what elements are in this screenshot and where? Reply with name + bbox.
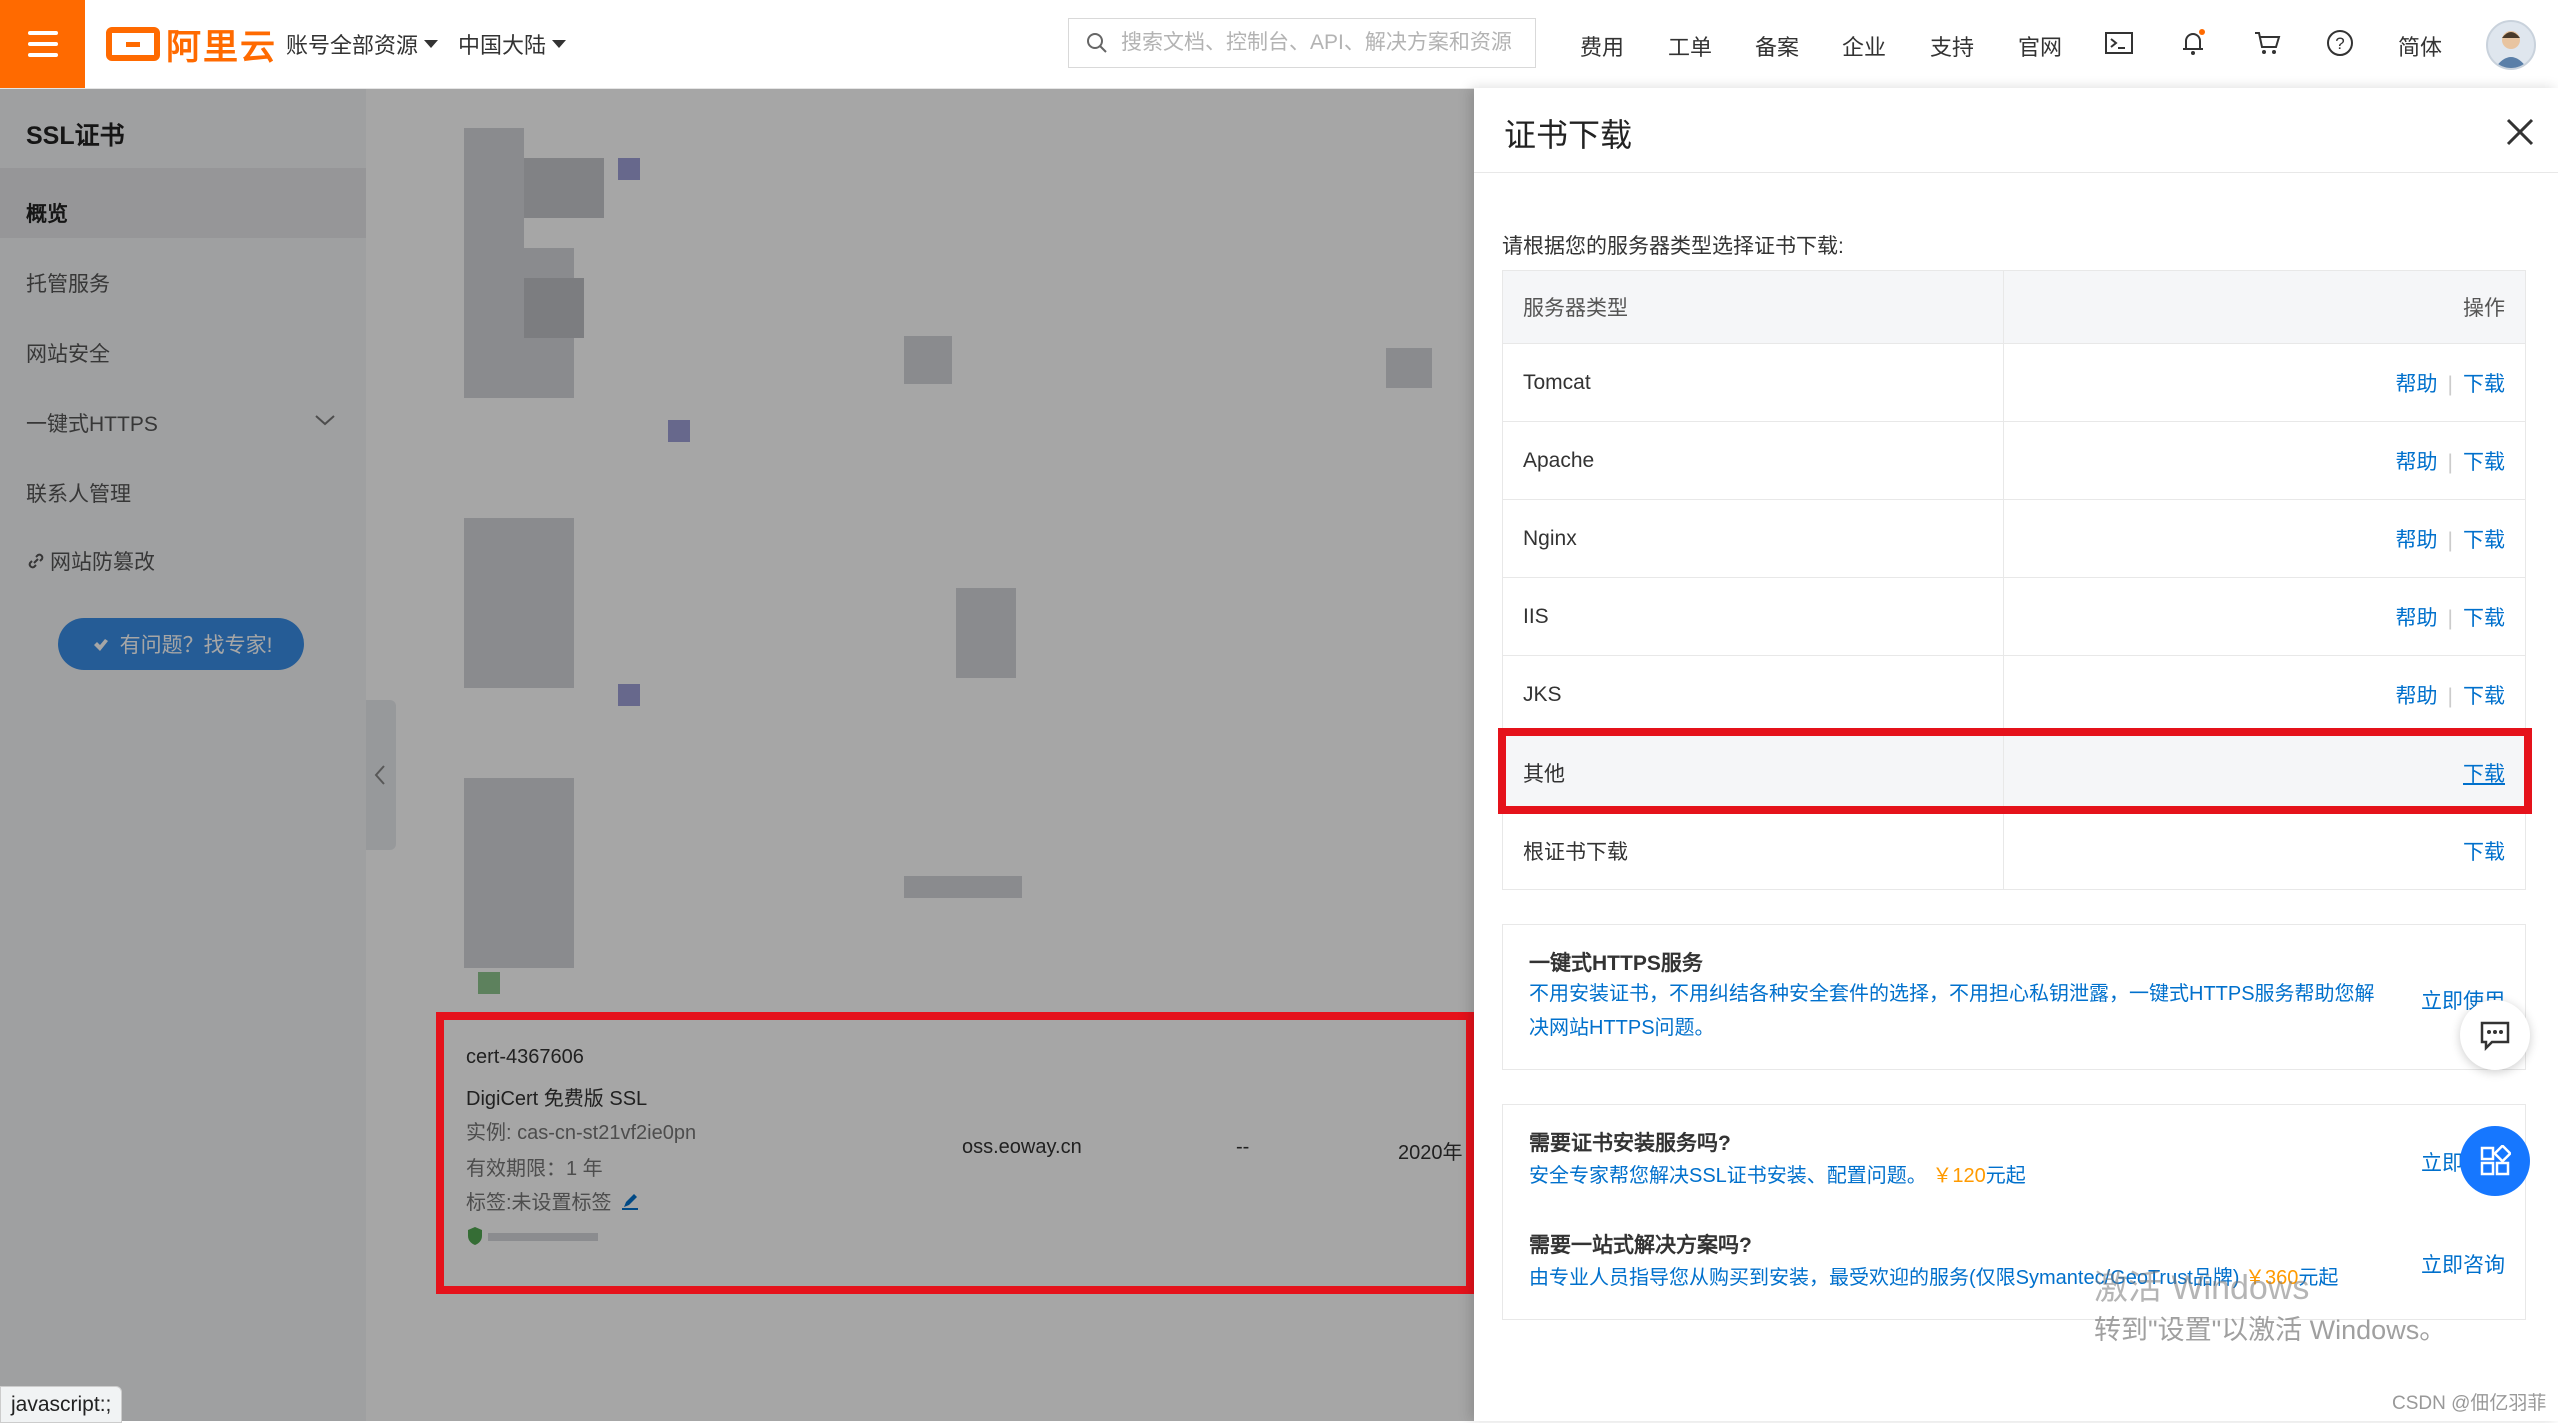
- separator: |: [2447, 528, 2453, 552]
- solution-card-title: 需要一站式解决方案吗?: [1529, 1234, 1752, 1257]
- highlight-box-cert-row: [436, 1012, 1474, 1294]
- hamburger-menu-icon[interactable]: [0, 0, 85, 88]
- highlight-box-other-row: [1498, 728, 2532, 814]
- help-link-nginx[interactable]: 帮助: [2396, 529, 2438, 552]
- server-type-root-cert: 根证书下载: [1502, 811, 2004, 890]
- nav-tickets[interactable]: 工单: [1668, 30, 1712, 62]
- help-icon[interactable]: ?: [2323, 26, 2357, 60]
- download-link-nginx[interactable]: 下载: [2463, 529, 2505, 552]
- nav-official-site[interactable]: 官网: [2018, 30, 2062, 62]
- chat-float-button[interactable]: [2460, 1000, 2530, 1070]
- region-dropdown-label: 中国大陆: [458, 33, 547, 58]
- table-row: Nginx 帮助 | 下载: [1502, 499, 2526, 578]
- table-row: IIS 帮助 | 下载: [1502, 577, 2526, 656]
- https-service-card: 一键式HTTPS服务 不用安装证书，不用纠结各种安全套件的选择，不用担心私钥泄露…: [1502, 924, 2526, 1070]
- download-link-jks[interactable]: 下载: [2463, 685, 2505, 708]
- browser-status-bar: javascript:;: [0, 1386, 123, 1423]
- separator: |: [2447, 684, 2453, 708]
- install-consult-link[interactable]: 立即: [2421, 1147, 2463, 1177]
- download-link-iis[interactable]: 下载: [2463, 607, 2505, 630]
- install-card-price-suffix: 元起: [1985, 1165, 2026, 1187]
- aliyun-logo[interactable]: 阿里云: [106, 22, 277, 67]
- caret-down-icon: [424, 40, 439, 48]
- global-search[interactable]: [1068, 18, 1536, 68]
- language-switch[interactable]: 简体: [2398, 30, 2442, 62]
- install-card-price: ￥120: [1932, 1165, 1986, 1187]
- install-card-desc: 安全专家帮您解决SSL证书安装、配置问题。: [1529, 1165, 1927, 1187]
- solution-consult-link[interactable]: 立即咨询: [2421, 1249, 2505, 1279]
- help-link-jks[interactable]: 帮助: [2396, 685, 2438, 708]
- nav-icp[interactable]: 备案: [1755, 30, 1799, 62]
- server-type-jks: JKS: [1502, 655, 2004, 734]
- windows-activation-hint: 转到"设置"以激活 Windows。: [2094, 1315, 2447, 1345]
- grid-icon: [2480, 1145, 2511, 1176]
- table-row: 根证书下载 下载: [1502, 811, 2526, 890]
- download-link-tomcat[interactable]: 下载: [2463, 373, 2505, 396]
- resources-dropdown-label: 账号全部资源: [286, 33, 419, 58]
- nav-support[interactable]: 支持: [1930, 30, 1974, 62]
- help-link-iis[interactable]: 帮助: [2396, 607, 2438, 630]
- aliyun-logo-mark: [106, 27, 160, 61]
- nav-enterprise[interactable]: 企业: [1842, 30, 1886, 62]
- brand-name: 阿里云: [166, 27, 278, 67]
- search-input[interactable]: [1119, 30, 1523, 56]
- svg-text:?: ?: [2335, 34, 2344, 53]
- table-row: Tomcat 帮助 | 下载: [1502, 343, 2526, 422]
- user-avatar[interactable]: [2486, 20, 2536, 70]
- row-actions: 帮助 | 下载: [2003, 343, 2526, 422]
- table-row: Apache 帮助 | 下载: [1502, 421, 2526, 500]
- server-type-nginx: Nginx: [1502, 499, 2004, 578]
- help-link-apache[interactable]: 帮助: [2396, 451, 2438, 474]
- caret-down-icon: [552, 40, 567, 48]
- row-actions: 帮助 | 下载: [2003, 577, 2526, 656]
- install-card-text: 安全专家帮您解决SSL证书安装、配置问题。 ￥120元起: [1529, 1159, 2026, 1194]
- nav-fees[interactable]: 费用: [1580, 30, 1624, 62]
- resources-dropdown[interactable]: 账号全部资源: [286, 28, 439, 60]
- search-icon: [1087, 33, 1107, 53]
- separator: |: [2447, 606, 2453, 630]
- server-type-iis: IIS: [1502, 577, 2004, 656]
- table-header-row: 服务器类型 操作: [1502, 270, 2526, 344]
- separator: |: [2447, 372, 2453, 396]
- install-card-title: 需要证书安装服务吗?: [1529, 1132, 1731, 1155]
- table-row: JKS 帮助 | 下载: [1502, 655, 2526, 734]
- download-link-apache[interactable]: 下载: [2463, 451, 2505, 474]
- certificate-download-drawer: 证书下载 请根据您的服务器类型选择证书下载: 服务器类型 操作 Tomcat 帮…: [1474, 88, 2558, 1421]
- https-card-text-line2: 决网站HTTPS问题。: [1529, 1017, 1715, 1039]
- csdn-watermark: CSDN @佃亿羽菲: [2392, 1393, 2547, 1414]
- server-type-apache: Apache: [1502, 421, 2004, 500]
- server-type-tomcat: Tomcat: [1502, 343, 2004, 422]
- help-link-tomcat[interactable]: 帮助: [2396, 373, 2438, 396]
- apps-float-button[interactable]: [2460, 1126, 2530, 1196]
- drawer-divider: [1474, 172, 2558, 173]
- terminal-icon[interactable]: [2102, 26, 2136, 60]
- close-icon[interactable]: [2502, 114, 2538, 150]
- separator: |: [2447, 450, 2453, 474]
- row-actions: 帮助 | 下载: [2003, 421, 2526, 500]
- row-actions: 帮助 | 下载: [2003, 655, 2526, 734]
- https-card-text-line1: 不用安装证书，不用纠结各种安全套件的选择，不用担心私钥泄露，一键式HTTPS服务…: [1529, 983, 2375, 1005]
- row-actions: 下载: [2003, 811, 2526, 890]
- service-offers-card: 需要证书安装服务吗? 安全专家帮您解决SSL证书安装、配置问题。 ￥120元起 …: [1502, 1104, 2526, 1320]
- chat-icon: [2480, 1021, 2510, 1052]
- drawer-hint: 请根据您的服务器类型选择证书下载:: [1502, 235, 1844, 258]
- column-header-action: 操作: [2003, 270, 2526, 344]
- top-navigation-bar: 阿里云 账号全部资源 中国大陆 费用 工单 备案 企业 支持 官网 ? 简体: [0, 0, 2558, 89]
- column-header-server-type: 服务器类型: [1502, 270, 2004, 344]
- cart-icon[interactable]: [2250, 26, 2284, 60]
- https-card-title: 一键式HTTPS服务: [1529, 952, 1703, 975]
- row-actions: 帮助 | 下载: [2003, 499, 2526, 578]
- drawer-title: 证书下载: [1504, 117, 1633, 153]
- region-dropdown[interactable]: 中国大陆: [458, 28, 567, 60]
- download-link-root-cert[interactable]: 下载: [2463, 841, 2505, 864]
- windows-activation-watermark: 激活 Windows: [2094, 1269, 2310, 1307]
- bell-icon[interactable]: [2176, 26, 2210, 60]
